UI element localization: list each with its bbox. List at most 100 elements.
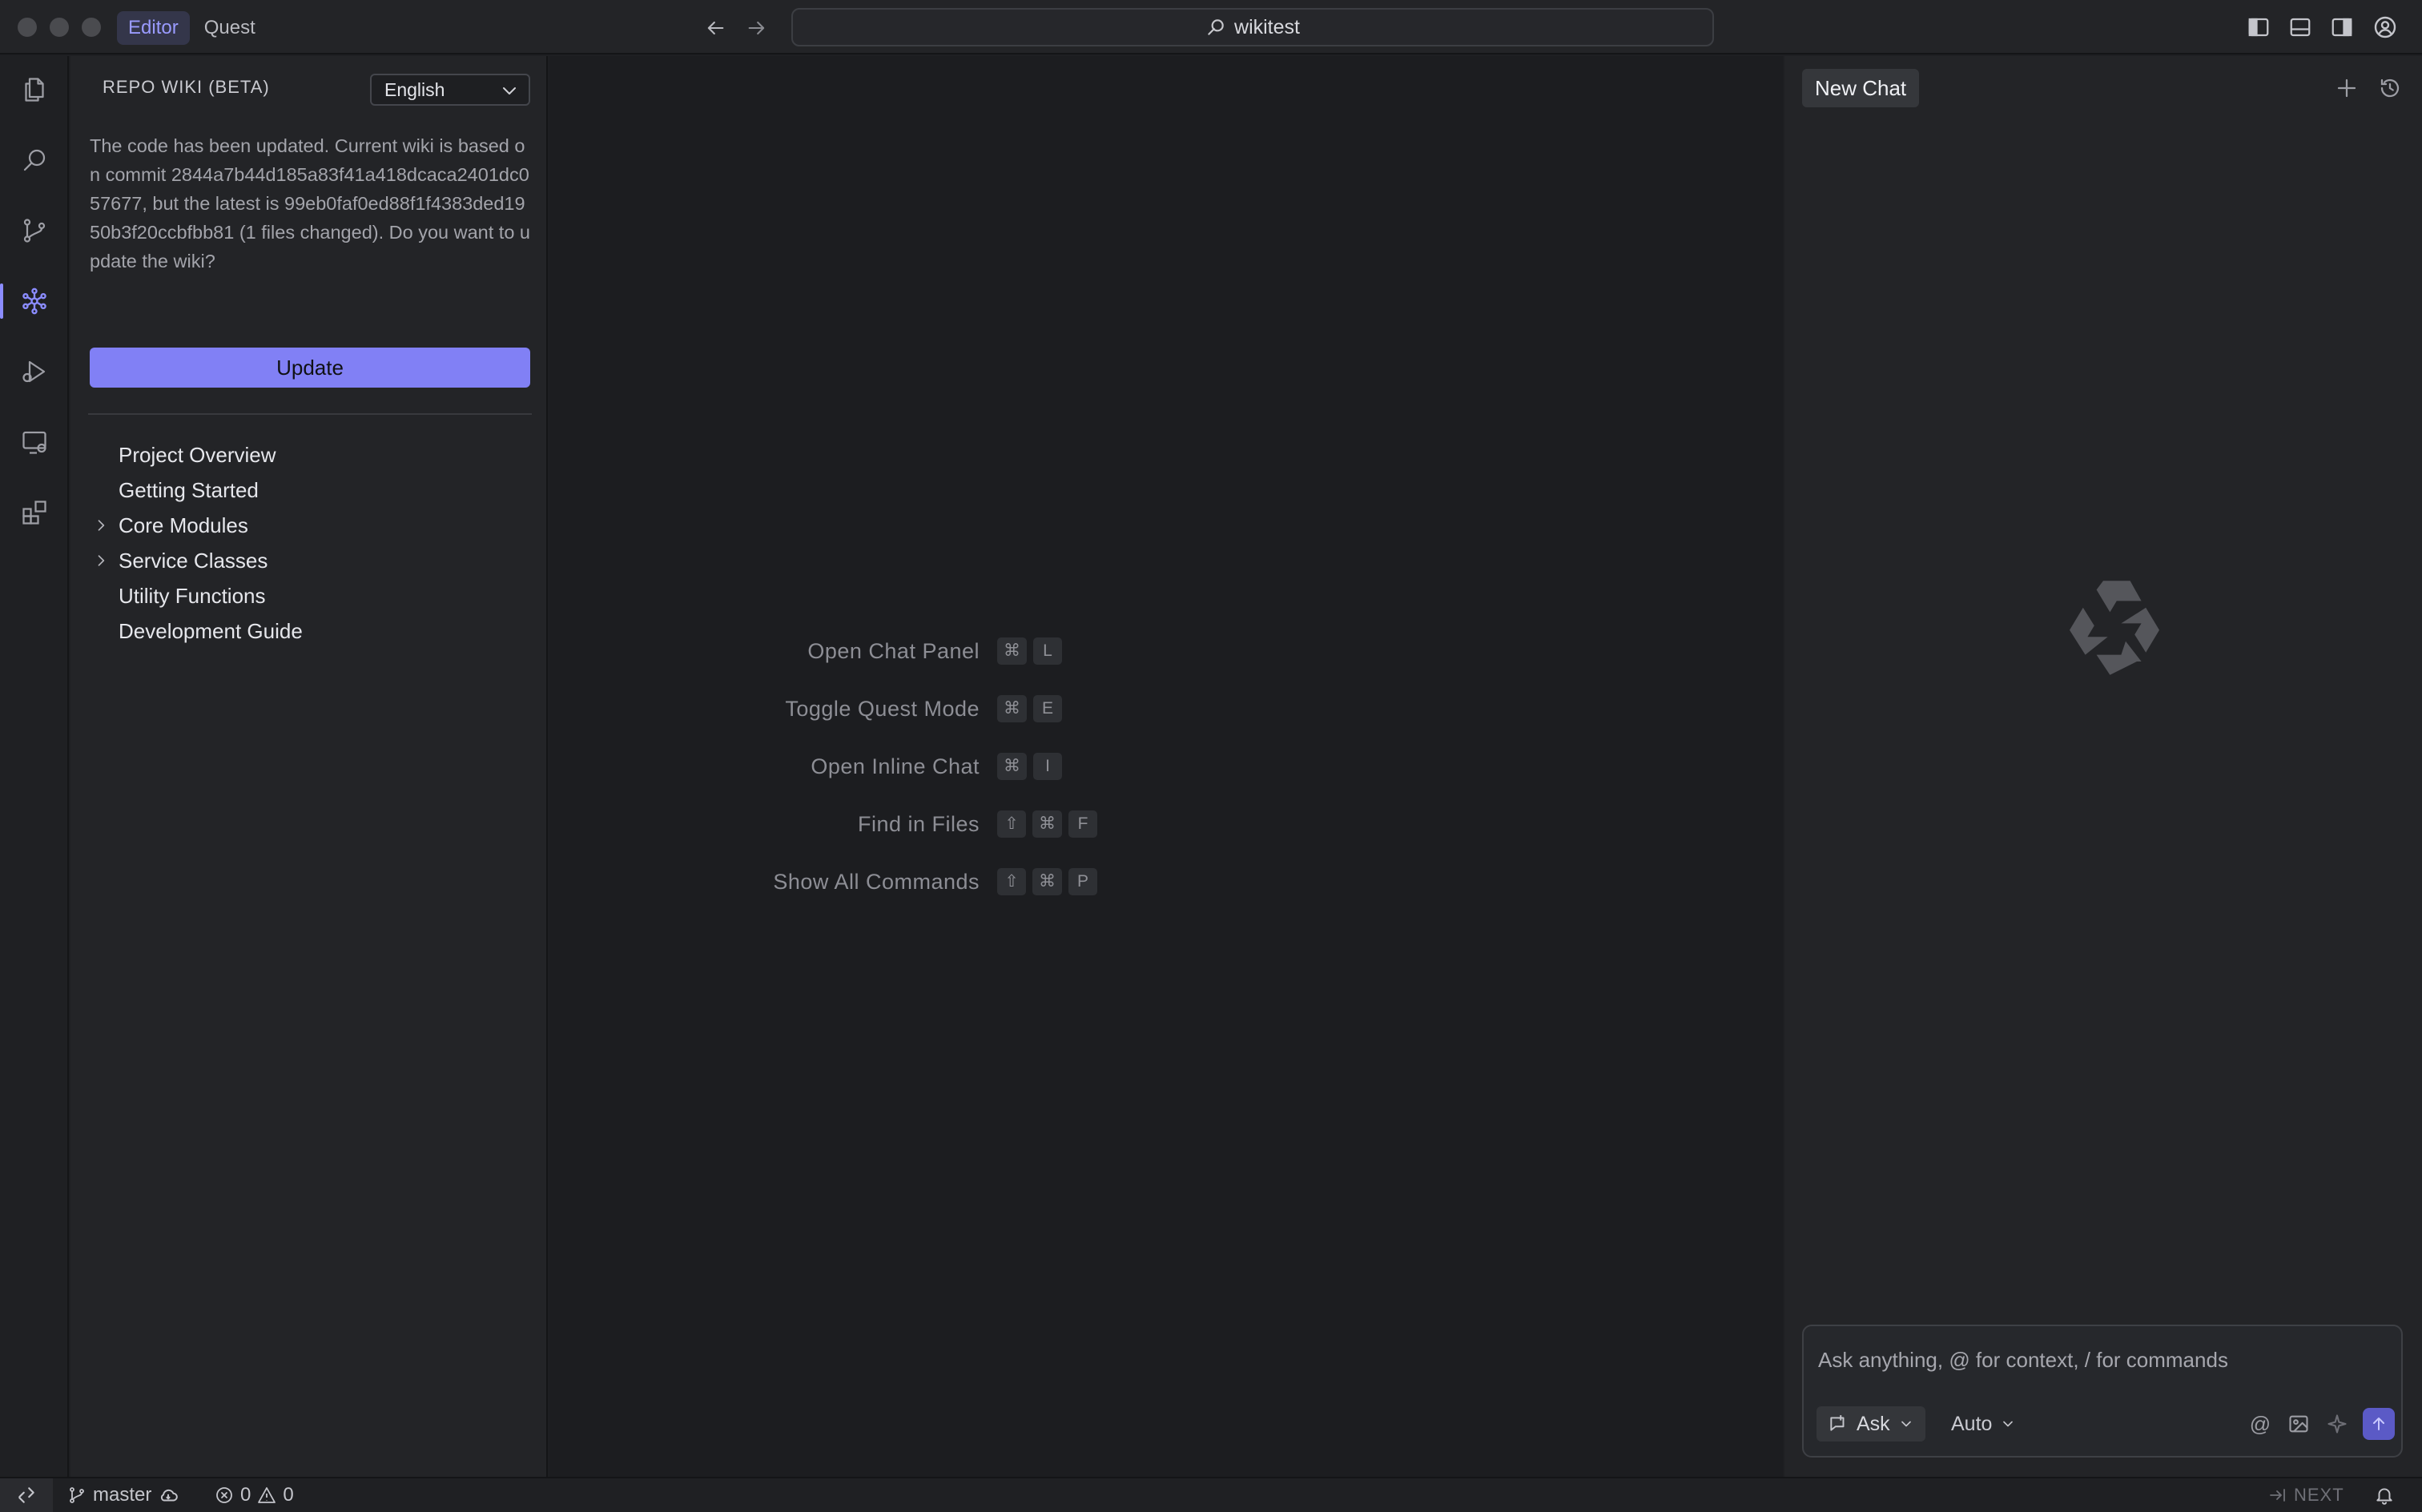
hint-open-chat-panel: Open Chat Panel ⌘ L <box>807 636 1062 666</box>
close-window-button[interactable] <box>18 18 37 37</box>
ask-mode-select[interactable]: Ask <box>1816 1406 1925 1442</box>
chevron-right-icon[interactable] <box>93 517 109 533</box>
remote-explorer-icon <box>22 431 46 454</box>
image-icon <box>2289 1415 2308 1433</box>
error-count: 0 <box>240 1484 251 1506</box>
update-notice-text: The code has been updated. Current wiki … <box>90 135 531 271</box>
chat-input[interactable] <box>1818 1344 2379 1376</box>
tree-item-service-classes[interactable]: Service Classes <box>88 543 532 578</box>
assistant-logo-icon <box>2070 581 2159 675</box>
language-select-value: English <box>384 79 445 100</box>
sparkle-icon <box>2327 1414 2347 1434</box>
remote-explorer-button[interactable] <box>0 413 69 471</box>
title-bar: Editor Quest wikitest <box>0 0 2422 54</box>
chat-panel: New Chat Ask Auto @ <box>1784 56 2422 1477</box>
enhance-prompt-button[interactable] <box>2323 1409 2352 1438</box>
tree-item-utility-functions[interactable]: Utility Functions <box>88 578 532 613</box>
tree-item-label: Core Modules <box>119 513 248 537</box>
mode-tab-quest[interactable]: Quest <box>193 11 267 45</box>
tree-item-label: Development Guide <box>119 619 303 643</box>
chat-tab-title[interactable]: New Chat <box>1802 69 1920 107</box>
account-icon <box>2374 16 2396 38</box>
chat-mode-icon <box>1830 1415 1845 1431</box>
status-bar: master 0 0 NEXT <box>0 1477 2422 1512</box>
tree-item-label: Project Overview <box>119 443 276 467</box>
next-indicator[interactable]: NEXT <box>2268 1478 2344 1512</box>
sidebar-divider <box>88 413 532 415</box>
editor-area: Open Chat Panel ⌘ L Toggle Quest Mode ⌘ … <box>549 56 1783 1477</box>
toggle-panel-button[interactable] <box>2284 11 2316 43</box>
attach-image-button[interactable] <box>2284 1409 2313 1438</box>
arrow-up-icon <box>2373 1418 2384 1430</box>
run-debug-button[interactable] <box>0 343 69 400</box>
send-button[interactable] <box>2363 1408 2395 1440</box>
back-button[interactable] <box>698 11 732 45</box>
repo-wiki-sidebar: REPO WIKI (BETA) English The code has be… <box>70 56 548 1477</box>
warning-icon <box>258 1487 276 1503</box>
search-bar-text: wikitest <box>1234 15 1300 38</box>
chat-history-button[interactable] <box>2372 70 2408 106</box>
key-cap: L <box>1033 637 1062 665</box>
key-cap: P <box>1068 868 1097 895</box>
history-icon <box>2380 78 2400 98</box>
key-cap: ⌘ <box>997 637 1027 665</box>
branch-indicator[interactable]: master <box>67 1478 179 1512</box>
activity-bar <box>0 56 69 1477</box>
tree-item-core-modules[interactable]: Core Modules <box>88 508 532 543</box>
ask-mode-label: Ask <box>1857 1412 1890 1435</box>
tree-item-project-overview[interactable]: Project Overview <box>88 437 532 472</box>
key-cap: E <box>1033 695 1062 722</box>
command-search-bar[interactable]: wikitest <box>791 8 1714 46</box>
toggle-primary-sidebar-button[interactable] <box>2243 11 2275 43</box>
remote-indicator-button[interactable] <box>0 1478 53 1512</box>
arrow-right-icon <box>748 21 765 35</box>
tree-item-label: Getting Started <box>119 478 259 502</box>
tree-item-getting-started[interactable]: Getting Started <box>88 472 532 508</box>
hint-label: Show All Commands <box>773 869 980 894</box>
remote-icon <box>18 1487 34 1503</box>
search-icon <box>23 149 46 171</box>
zoom-window-button[interactable] <box>82 18 101 37</box>
key-cap: I <box>1033 753 1062 780</box>
key-cap: ⇧ <box>997 810 1026 838</box>
mention-context-button[interactable]: @ <box>2246 1409 2275 1438</box>
tree-item-development-guide[interactable]: Development Guide <box>88 613 532 649</box>
repo-wiki-icon <box>22 288 46 315</box>
repo-wiki-button[interactable] <box>0 272 69 330</box>
mode-tab-editor[interactable]: Editor <box>117 11 190 45</box>
hint-label: Open Chat Panel <box>807 638 980 663</box>
wiki-tree: Project Overview Getting Started Core Mo… <box>88 437 532 649</box>
source-control-button[interactable] <box>0 202 69 259</box>
language-select[interactable]: English <box>370 74 530 106</box>
panel-bottom-icon <box>2290 18 2311 37</box>
toggle-secondary-sidebar-button[interactable] <box>2326 11 2358 43</box>
chevron-down-icon <box>2003 1421 2014 1427</box>
notifications-button[interactable] <box>2374 1478 2395 1512</box>
hint-label: Find in Files <box>857 811 980 836</box>
key-cap: ⇧ <box>997 868 1026 895</box>
account-button[interactable] <box>2369 11 2401 43</box>
update-wiki-button[interactable]: Update <box>90 348 530 388</box>
key-cap: ⌘ <box>1032 810 1062 838</box>
hint-toggle-quest-mode: Toggle Quest Mode ⌘ E <box>785 694 1062 724</box>
run-debug-icon <box>22 360 46 383</box>
sidebar-right-icon <box>2331 18 2352 37</box>
key-cap: ⌘ <box>997 695 1027 722</box>
error-icon <box>216 1487 232 1503</box>
explorer-button[interactable] <box>0 61 69 119</box>
minimize-window-button[interactable] <box>50 18 69 37</box>
new-chat-button[interactable] <box>2329 70 2364 106</box>
chevron-down-icon <box>1901 1421 1911 1427</box>
bell-icon <box>2376 1488 2392 1505</box>
forward-button[interactable] <box>740 11 774 45</box>
warning-count: 0 <box>283 1484 294 1506</box>
search-view-button[interactable] <box>0 131 69 189</box>
chevron-right-icon[interactable] <box>93 553 109 569</box>
extensions-button[interactable] <box>0 484 69 541</box>
hint-find-in-files: Find in Files ⇧ ⌘ F <box>858 809 1097 839</box>
hint-label: Toggle Quest Mode <box>785 696 980 721</box>
tab-arrow-icon <box>2270 1489 2285 1502</box>
problems-indicator[interactable]: 0 0 <box>215 1478 294 1512</box>
plus-icon <box>2337 78 2356 98</box>
model-select[interactable]: Auto <box>1941 1406 2026 1442</box>
